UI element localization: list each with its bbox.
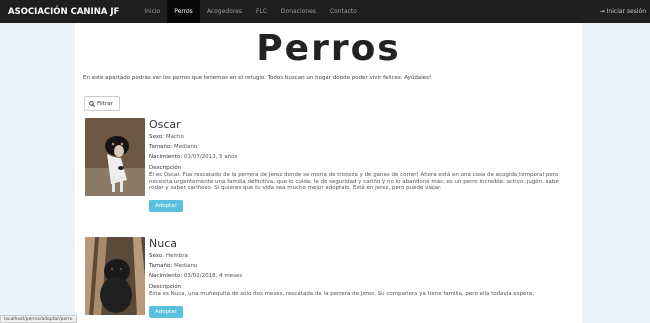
filter-button[interactable]: Filtrar bbox=[84, 96, 120, 111]
dog-birth: Nacimiento: 01/07/2013, 5 años bbox=[149, 154, 238, 160]
dog-birth: Nacimiento: 03/02/2018, 4 meses bbox=[149, 273, 243, 279]
dog-sex: Sexo: Macho bbox=[149, 134, 184, 140]
login-link[interactable]: ⇥ Iniciar sesión bbox=[600, 0, 646, 23]
main-container: Perros En este apartado podrás ver los p… bbox=[75, 23, 582, 323]
navbar: ASOCIACIÓN CANINA JF Inicio Perros Acoge… bbox=[0, 0, 650, 23]
page-title: Perros bbox=[256, 28, 401, 69]
dog-sex: Sexo: Hembra bbox=[149, 253, 188, 259]
nav-item-acogedores[interactable]: Acogedores bbox=[200, 0, 249, 23]
dog-name: Nuca bbox=[149, 237, 177, 250]
adopt-button[interactable]: Adoptar bbox=[149, 305, 183, 318]
dog-info: Oscar Sexo: Macho Tamaño: Mediano Nacimi… bbox=[149, 118, 574, 212]
login-icon: ⇥ bbox=[599, 8, 605, 15]
nav-item-donaciones[interactable]: Donaciones bbox=[274, 0, 323, 23]
dog-description: Él es Oscar. Fue rescatado de la perrera… bbox=[149, 172, 559, 191]
nav-item-perros[interactable]: Perros bbox=[167, 0, 200, 23]
dog-info: Nuca Sexo: Hembra Tamaño: Mediano Nacimi… bbox=[149, 237, 574, 318]
status-bar-url: localhost/perros/adoptar/perro bbox=[0, 315, 77, 323]
dog-desc-label: Descripción bbox=[149, 284, 182, 290]
nav-item-flc[interactable]: FLC bbox=[249, 0, 274, 23]
nav-item-contacto[interactable]: Contacto bbox=[323, 0, 364, 23]
login-label: Iniciar sesión bbox=[606, 8, 646, 15]
dog-description: Esta es Nuca, una muñequita de solo dos … bbox=[149, 291, 534, 297]
brand-logo[interactable]: ASOCIACIÓN CANINA JF bbox=[8, 7, 119, 17]
dog-desc-label: Descripción bbox=[149, 165, 182, 171]
adopt-button[interactable]: Adoptar bbox=[149, 199, 183, 212]
filter-label: Filtrar bbox=[97, 100, 113, 107]
intro-text: En este apartado podrás ver los perros q… bbox=[83, 75, 432, 81]
dog-size: Tamaño: Mediano bbox=[149, 263, 198, 269]
dog-photo[interactable] bbox=[85, 237, 145, 315]
dog-size: Tamaño: Mediano bbox=[149, 144, 198, 150]
search-icon bbox=[89, 100, 95, 107]
nav-item-inicio[interactable]: Inicio bbox=[137, 0, 167, 23]
nav-menu: Inicio Perros Acogedores FLC Donaciones … bbox=[137, 0, 364, 23]
dog-name: Oscar bbox=[149, 118, 181, 131]
dog-photo[interactable] bbox=[85, 118, 145, 196]
